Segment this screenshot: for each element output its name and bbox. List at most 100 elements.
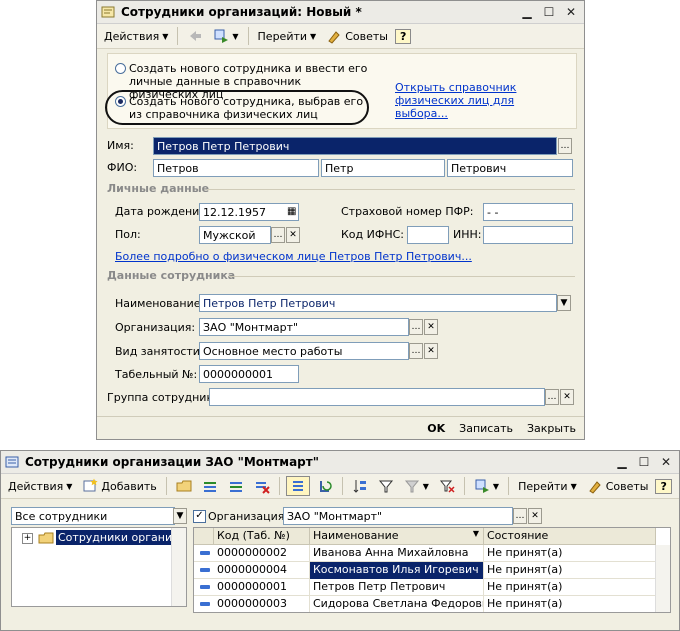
edit-icon	[229, 482, 242, 492]
close-button[interactable]: Закрыть	[527, 422, 576, 435]
close-icon[interactable]: ✕	[562, 3, 580, 21]
goto-menu[interactable]: Перейти ▼	[515, 479, 580, 494]
org-select-button[interactable]: …	[409, 319, 423, 335]
structure-button[interactable]: ▼	[210, 27, 241, 45]
edit-button[interactable]	[225, 477, 247, 495]
gender-clear-button[interactable]: ✕	[286, 227, 300, 243]
name-field[interactable]: Петров Петр Петрович	[153, 137, 557, 155]
open-reference-link[interactable]: Открыть справочник физических лиц для вы…	[395, 81, 570, 120]
cell-code: 0000000002	[214, 545, 310, 562]
structure-button[interactable]: ▼	[471, 477, 502, 495]
work-type-label: Вид занятости:	[115, 345, 204, 358]
back-button[interactable]	[184, 27, 206, 45]
filter-value-button[interactable]: ▼	[401, 477, 432, 495]
sort-icon	[353, 480, 366, 493]
folder-icon	[176, 480, 192, 492]
group-label: Группа сотрудника:	[107, 391, 224, 404]
tips-button[interactable]: Советы	[584, 477, 652, 495]
caret-down-icon: ▼	[422, 481, 429, 491]
option-new-radio[interactable]	[115, 63, 126, 74]
actions-menu[interactable]: Действия ▼	[5, 479, 75, 494]
copy-button[interactable]	[199, 477, 221, 495]
form-titlebar[interactable]: Сотрудники организаций: Новый * ▁ ☐ ✕	[97, 1, 584, 24]
hierarchy-button[interactable]	[285, 476, 310, 496]
column-header-code[interactable]: Код (Таб. №)	[214, 528, 310, 545]
org-filter-clear-button[interactable]: ✕	[528, 508, 542, 524]
fio-middle-field[interactable]: Петрович	[447, 159, 573, 177]
ok-button[interactable]: OK	[427, 422, 445, 435]
ifns-label: Код ИФНС:	[341, 228, 404, 241]
actions-menu[interactable]: Действия ▼	[101, 29, 171, 44]
table-row[interactable]: 0000000001 Петров Петр Петрович Не приня…	[194, 579, 670, 596]
naim-field[interactable]: Петров Петр Петрович	[199, 294, 557, 312]
ifns-field[interactable]	[407, 226, 449, 244]
org-filter-select-button[interactable]: …	[513, 508, 527, 524]
table-row[interactable]: 0000000002 Иванова Анна Михайловна Не пр…	[194, 545, 670, 562]
name-select-button[interactable]: …	[558, 138, 572, 154]
clear-filter-button[interactable]	[436, 477, 458, 495]
fio-last-field[interactable]: Петров	[153, 159, 319, 177]
gender-field[interactable]: Мужской	[199, 226, 271, 244]
help-button[interactable]: ?	[394, 28, 412, 44]
table-scrollbar[interactable]	[655, 545, 670, 612]
fio-first-field[interactable]: Петр	[321, 159, 445, 177]
cell-code: 0000000001	[214, 579, 310, 596]
org-field[interactable]: ЗАО "Монтмарт"	[199, 318, 409, 336]
save-button[interactable]: Записать	[459, 422, 513, 435]
delete-button[interactable]	[251, 477, 273, 495]
org-filter-field[interactable]: ЗАО "Монтмарт"	[283, 507, 513, 525]
filter-button[interactable]	[375, 477, 397, 495]
employees-filter-select[interactable]: Все сотрудники	[11, 507, 175, 525]
tips-button[interactable]: Советы	[323, 27, 391, 45]
person-details-link[interactable]: Более подробно о физическом лице Петров …	[115, 250, 472, 263]
gender-select-button[interactable]: …	[271, 227, 285, 243]
groups-tree: + Сотрудники организаци	[11, 527, 187, 607]
table-row[interactable]: 0000000003 Сидорова Светлана Федоровна Н…	[194, 596, 670, 612]
work-type-field[interactable]: Основное место работы	[199, 342, 409, 360]
add-button[interactable]: Добавить	[79, 477, 159, 495]
minimize-icon[interactable]: ▁	[518, 3, 536, 21]
org-clear-button[interactable]: ✕	[424, 319, 438, 335]
tree-item-employees[interactable]: Сотрудники организаци	[56, 530, 186, 545]
employees-table: Код (Таб. №) Наименование ▼ Состояние 000…	[193, 527, 671, 613]
tab-number-field[interactable]: 0000000001	[199, 365, 299, 383]
column-header-name[interactable]: Наименование ▼	[310, 528, 484, 545]
filter-dropdown-button[interactable]: ▼	[173, 508, 187, 524]
column-header-state[interactable]: Состояние	[484, 528, 656, 545]
cell-state: Не принят(а)	[484, 596, 656, 612]
tree-scrollbar[interactable]	[171, 528, 186, 606]
org-filter-checkbox[interactable]: ✓	[193, 510, 206, 523]
list-titlebar[interactable]: Сотрудники организации ЗАО "Монтмарт" ▁ …	[1, 451, 679, 474]
maximize-icon[interactable]: ☐	[540, 3, 558, 21]
sort-button[interactable]	[349, 477, 371, 495]
calendar-icon[interactable]: ▦	[287, 206, 296, 217]
pfr-field[interactable]: - -	[483, 203, 573, 221]
group-field[interactable]	[209, 388, 545, 406]
refresh-button[interactable]	[314, 477, 336, 495]
dob-field[interactable]: 12.12.1957	[199, 203, 299, 221]
name-label: Имя:	[107, 139, 134, 152]
help-button[interactable]: ?	[655, 478, 672, 494]
group-clear-button[interactable]: ✕	[560, 389, 574, 405]
add-group-button[interactable]	[173, 477, 195, 495]
tree-expand-icon[interactable]: +	[22, 533, 33, 544]
close-icon[interactable]: ✕	[657, 453, 675, 471]
goto-menu[interactable]: Перейти ▼	[255, 29, 320, 44]
dob-label: Дата рождения:	[115, 205, 210, 218]
cell-name: Иванова Анна Михайловна	[310, 545, 484, 562]
table-row[interactable]: 0000000004 Космонавтов Илья Игоревич Не …	[194, 562, 670, 579]
separator	[165, 477, 167, 495]
separator	[508, 477, 510, 495]
list-icon	[5, 455, 19, 469]
group-select-button[interactable]: …	[545, 389, 559, 405]
caret-down-icon: ▼	[66, 481, 73, 491]
org-label: Организация:	[115, 321, 196, 334]
structure-icon	[475, 479, 489, 493]
inn-field[interactable]	[483, 226, 573, 244]
maximize-icon[interactable]: ☐	[635, 453, 653, 471]
naim-dropdown-button[interactable]: ▼	[557, 295, 571, 311]
filter-icon	[378, 480, 393, 493]
minimize-icon[interactable]: ▁	[613, 453, 631, 471]
work-type-clear-button[interactable]: ✕	[424, 343, 438, 359]
work-type-select-button[interactable]: …	[409, 343, 423, 359]
